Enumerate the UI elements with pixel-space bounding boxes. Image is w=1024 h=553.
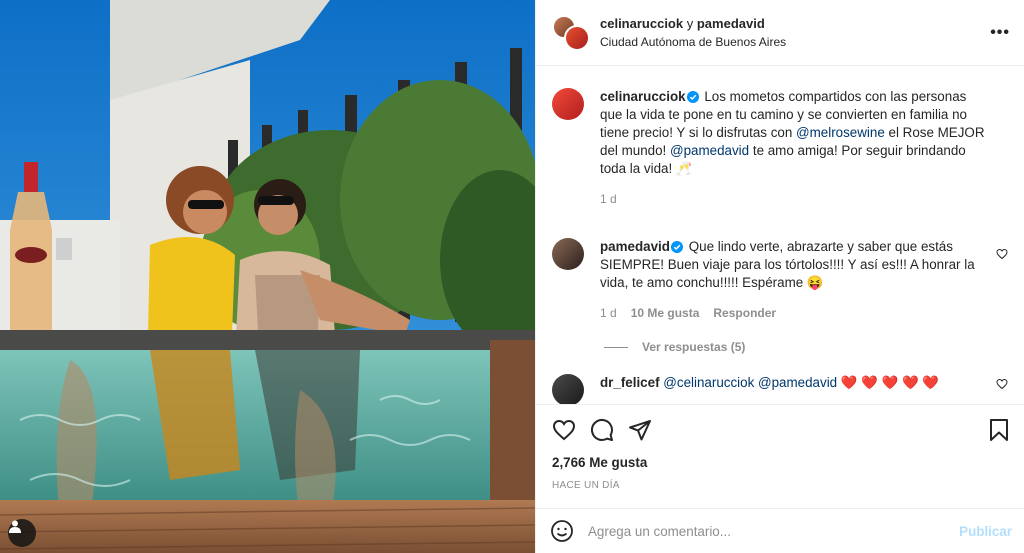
authors-separator: y <box>686 16 694 31</box>
emoji-icon[interactable] <box>550 519 574 543</box>
comment-likes[interactable]: 10 Me gusta <box>631 304 700 322</box>
post-actions: 2,766 Me gusta HACE UN DÍA <box>536 404 1024 508</box>
view-replies-label: Ver respuestas (5) <box>642 340 746 354</box>
reply-button[interactable]: Responder <box>713 304 776 322</box>
location-link[interactable]: Ciudad Autónoma de Buenos Aires <box>600 35 990 49</box>
add-comment-bar: Publicar <box>536 508 1024 553</box>
save-bookmark-icon[interactable] <box>988 418 1010 442</box>
comment-bubble-icon[interactable] <box>590 418 614 442</box>
verified-badge-icon <box>686 91 699 103</box>
share-paper-plane-icon[interactable] <box>628 418 652 442</box>
username-link[interactable]: pamedavid <box>600 239 670 254</box>
user-icon <box>9 520 21 533</box>
caption-comment: celinarucciok Los mometos compartidos co… <box>552 88 1008 208</box>
likes-count[interactable]: 2,766 Me gusta <box>552 455 1010 470</box>
like-comment-heart-icon[interactable] <box>996 248 1008 260</box>
comment-item: pamedavid Que lindo verte, abrazarte y s… <box>552 238 1008 322</box>
post-timestamp[interactable]: HACE UN DÍA <box>552 480 1010 491</box>
username-link[interactable]: celinarucciok <box>600 89 686 104</box>
comment-meta: 1 d <box>600 190 986 208</box>
comment-text: dr_felicef @celinarucciok @pamedavid ❤️ … <box>600 374 986 392</box>
avatar[interactable] <box>552 238 584 270</box>
tagged-users-button[interactable] <box>8 519 36 547</box>
comment-input[interactable] <box>588 523 960 539</box>
username-link[interactable]: celinarucciok <box>600 16 683 31</box>
avatar[interactable] <box>564 24 590 51</box>
replies-divider <box>604 346 628 348</box>
like-comment-heart-icon[interactable] <box>996 378 1008 390</box>
post-comment-button[interactable]: Publicar <box>959 524 1012 539</box>
mention-link[interactable]: @pamedavid <box>758 375 837 390</box>
post-side-panel: celinarucciok y pamedavid Ciudad Autónom… <box>535 0 1024 553</box>
verified-badge-icon <box>670 241 683 253</box>
comments-list[interactable]: celinarucciok Los mometos compartidos co… <box>536 66 1024 404</box>
comment-text: celinarucciok Los mometos compartidos co… <box>600 88 986 178</box>
comment-body: ❤️ ❤️ ❤️ ❤️ ❤️ <box>840 375 940 390</box>
view-replies-button[interactable]: Ver respuestas (5) <box>604 340 1008 354</box>
post-image <box>0 0 535 553</box>
like-heart-icon[interactable] <box>552 418 576 442</box>
comment-meta: 1 d 10 Me gusta Responder <box>600 304 986 322</box>
post-header: celinarucciok y pamedavid Ciudad Autónom… <box>536 0 1024 66</box>
avatar[interactable] <box>552 374 584 404</box>
more-horizontal-icon[interactable]: ••• <box>990 24 1010 42</box>
post-photo[interactable] <box>0 0 535 553</box>
username-link[interactable]: pamedavid <box>697 16 765 31</box>
collab-avatars[interactable] <box>552 14 590 51</box>
comment-text: pamedavid Que lindo verte, abrazarte y s… <box>600 238 986 292</box>
comment-time[interactable]: 1 d <box>600 304 617 322</box>
post-authors: celinarucciok y pamedavid <box>600 16 990 31</box>
mention-link[interactable]: @melrosewine <box>796 125 885 140</box>
comment-time[interactable]: 1 d <box>600 190 617 208</box>
mention-link[interactable]: @celinarucciok <box>663 375 754 390</box>
username-link[interactable]: dr_felicef <box>600 375 660 390</box>
mention-link[interactable]: @pamedavid <box>670 143 749 158</box>
comment-item: dr_felicef @celinarucciok @pamedavid ❤️ … <box>552 374 1008 404</box>
avatar[interactable] <box>552 88 584 120</box>
